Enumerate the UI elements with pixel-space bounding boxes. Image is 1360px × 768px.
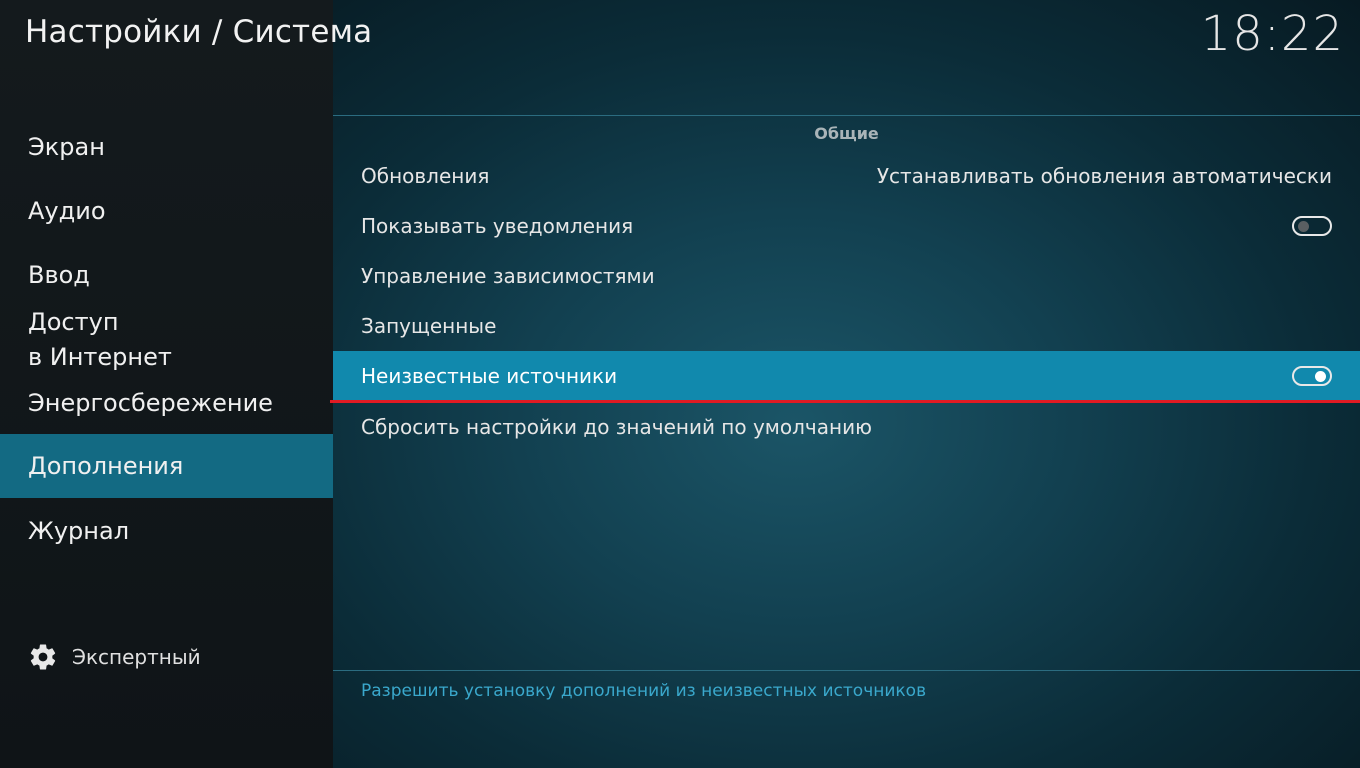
- divider-top: [333, 115, 1360, 116]
- sidebar-item-audio[interactable]: Аудио: [0, 193, 333, 229]
- setting-dependency-management[interactable]: Управление зависимостями: [333, 252, 1360, 300]
- sidebar-item-input[interactable]: Ввод: [0, 257, 333, 293]
- clock: 18:22: [1200, 6, 1344, 62]
- setting-running[interactable]: Запущенные: [333, 302, 1360, 350]
- setting-reset-defaults[interactable]: Сбросить настройки до значений по умолча…: [333, 403, 1360, 451]
- setting-description: Разрешить установку дополнений из неизве…: [361, 681, 927, 701]
- setting-label: Обновления: [361, 164, 490, 188]
- toggle-knob: [1298, 221, 1309, 232]
- setting-label: Неизвестные источники: [361, 363, 618, 388]
- sidebar-item-internet-access[interactable]: Доступ в Интернет: [0, 304, 333, 376]
- setting-show-notifications[interactable]: Показывать уведомления: [333, 202, 1360, 250]
- expert-level-button[interactable]: Экспертный: [28, 642, 201, 672]
- section-title: Общие: [814, 124, 879, 143]
- unknown-sources-toggle[interactable]: [1292, 365, 1332, 386]
- setting-label: Управление зависимостями: [361, 264, 655, 288]
- setting-label: Сбросить настройки до значений по умолча…: [361, 415, 872, 439]
- sidebar-item-power-saving[interactable]: Энергосбережение: [0, 385, 333, 421]
- setting-label: Показывать уведомления: [361, 214, 634, 238]
- page-title: Настройки / Система: [25, 14, 373, 50]
- sidebar-item-addons[interactable]: Дополнения: [0, 434, 333, 498]
- setting-value: Устанавливать обновления автоматически: [876, 164, 1332, 188]
- sidebar-item-log[interactable]: Журнал: [0, 513, 333, 549]
- expert-label: Экспертный: [72, 645, 201, 669]
- sidebar-item-screen[interactable]: Экран: [0, 129, 333, 165]
- setting-unknown-sources[interactable]: Неизвестные источники: [333, 351, 1360, 400]
- setting-updates[interactable]: Обновления Устанавливать обновления авто…: [333, 152, 1360, 200]
- setting-label: Запущенные: [361, 314, 497, 338]
- notifications-toggle[interactable]: [1292, 216, 1332, 236]
- divider-bottom: [333, 670, 1360, 671]
- toggle-knob: [1315, 370, 1326, 382]
- gear-icon: [30, 644, 56, 670]
